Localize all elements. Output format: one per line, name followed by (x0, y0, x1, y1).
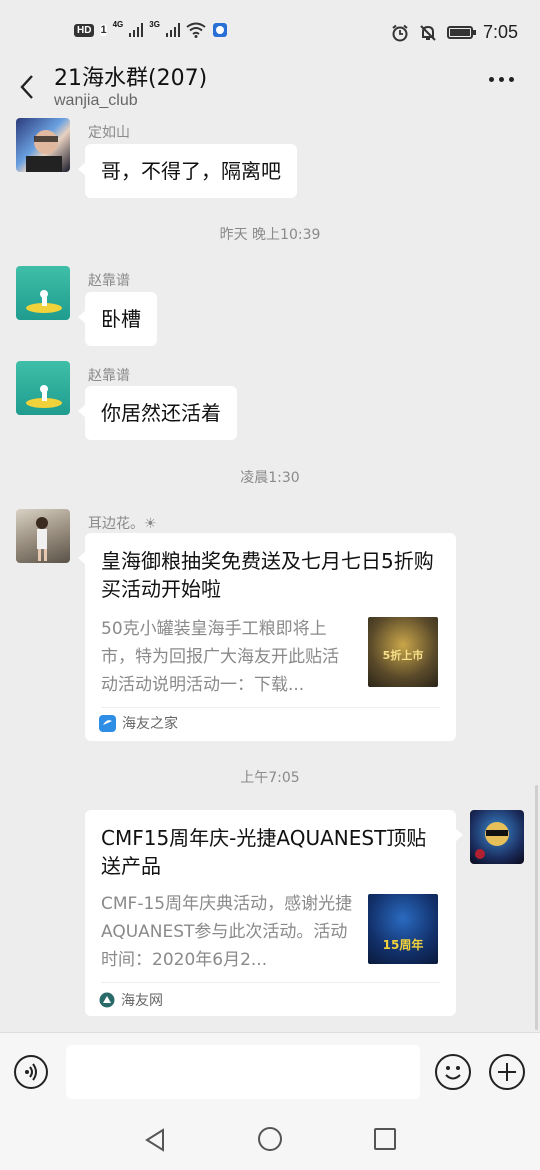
app-notification-icon (212, 23, 227, 37)
mute-icon (420, 24, 436, 41)
sender-name: 赵靠谱 (88, 273, 130, 289)
voice-input-button[interactable] (14, 1055, 48, 1089)
source-app-icon (99, 714, 116, 732)
nav-back-icon[interactable] (143, 1127, 167, 1153)
timestamp: 上午7:05 (240, 770, 300, 786)
avatar[interactable] (470, 810, 524, 864)
net1-label: 4G (112, 19, 124, 29)
hd-icon: HD (74, 23, 95, 37)
thumbnail-text: 5折上市 (382, 649, 424, 662)
more-options-icon[interactable] (489, 77, 514, 82)
card-separator (101, 707, 440, 708)
emoji-icon (445, 1066, 461, 1080)
wifi-icon (186, 22, 206, 38)
chat-subtitle: wanjia_club (54, 92, 138, 109)
nav-recent-icon[interactable] (374, 1128, 396, 1150)
source-name: 海友之家 (122, 716, 178, 732)
status-bar: HD 1 4G 3G 7:05 (0, 0, 540, 62)
plus-icon (498, 1063, 516, 1081)
card-title: CMF15周年庆-光捷AQUANEST顶贴送产品 (101, 826, 427, 878)
input-bar (0, 1032, 540, 1111)
signal1-icon (129, 23, 144, 37)
timestamp: 凌晨1:30 (240, 470, 300, 486)
net2-label: 3G (149, 19, 160, 29)
sim1-icon: 1 (100, 24, 107, 36)
nav-home-icon[interactable] (258, 1127, 282, 1151)
status-left: HD 1 4G 3G (74, 19, 228, 38)
sender-name: 定如山 (88, 125, 130, 141)
avatar[interactable] (16, 509, 70, 563)
battery-icon (446, 26, 476, 39)
source-app-icon (99, 992, 115, 1008)
clock: 7:05 (482, 22, 518, 42)
timestamp: 昨天 晚上10:39 (219, 227, 321, 243)
avatar[interactable] (16, 118, 70, 172)
source-name: 海友网 (121, 993, 163, 1009)
card-source: 海友网 (99, 990, 163, 1010)
emoji-button[interactable] (435, 1054, 471, 1090)
sender-name: 耳边花。☀ (88, 516, 157, 532)
card-source: 海友之家 (99, 713, 178, 733)
card-separator (101, 982, 440, 983)
signal2-icon (165, 23, 180, 37)
back-icon[interactable] (18, 74, 38, 100)
system-nav-bar (0, 1110, 540, 1170)
message-bubble[interactable]: 哥，不得了，隔离吧 (78, 144, 297, 198)
sender-name: 赵靠谱 (88, 368, 130, 384)
card-thumbnail: 5折上市 (368, 617, 438, 687)
link-card[interactable]: 皇海御粮抽奖免费送及七月七日5折购买活动开始啦 50克小罐装皇海手工粮即将上市，… (78, 533, 456, 741)
card-thumbnail: 15周年 (368, 894, 438, 964)
alarm-icon (392, 24, 408, 41)
chat-title: 21海水群(207) (54, 66, 208, 91)
card-description: 50克小罐装皇海手工粮即将上市，特为回报广大海友开此贴活动活动说明活动一：下载.… (101, 619, 339, 695)
message-input[interactable] (66, 1045, 420, 1099)
message-bubble[interactable]: 你居然还活着 (78, 386, 237, 440)
scrollbar[interactable] (535, 785, 538, 1030)
chat-header: 21海水群(207) wanjia_club (0, 62, 540, 112)
card-title: 皇海御粮抽奖免费送及七月七日5折购买活动开始啦 (101, 549, 434, 601)
avatar[interactable] (16, 361, 70, 415)
voice-icon (25, 1063, 37, 1081)
message-bubble[interactable]: 卧槽 (78, 292, 157, 346)
avatar[interactable] (16, 266, 70, 320)
status-right: 7:05 (391, 22, 518, 43)
card-description: CMF-15周年庆典活动，感谢光捷AQUANEST参与此次活动。活动时间：202… (101, 894, 353, 970)
link-card[interactable]: CMF15周年庆-光捷AQUANEST顶贴送产品 CMF-15周年庆典活动，感谢… (85, 810, 463, 1016)
thumbnail-text: 15周年 (382, 938, 424, 952)
more-functions-button[interactable] (489, 1054, 525, 1090)
